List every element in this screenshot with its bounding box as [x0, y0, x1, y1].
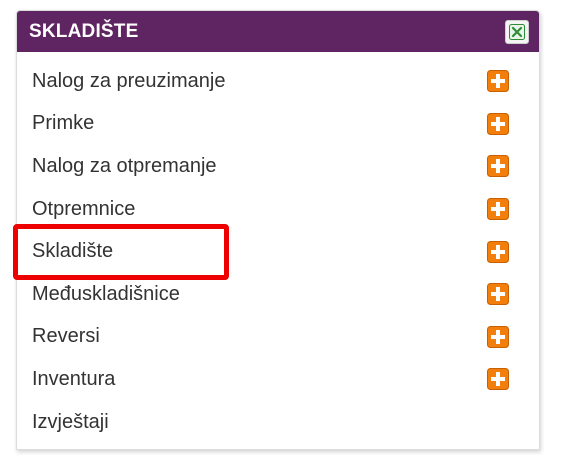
close-button[interactable] — [505, 19, 529, 44]
menu-item-label: Međuskladišnice — [32, 282, 180, 305]
add-icon[interactable] — [487, 368, 509, 391]
menu-item-label: Primke — [32, 112, 95, 135]
add-icon[interactable] — [487, 283, 509, 306]
panel-header: SKLADIŠTE — [17, 11, 539, 52]
menu-item-label: Izvještaji — [32, 410, 109, 433]
menu-item-label: Otpremnice — [32, 197, 136, 220]
menu-item-primke[interactable]: Primke — [17, 103, 539, 146]
add-icon[interactable] — [487, 325, 509, 348]
menu-item-nalog-za-preuzimanje[interactable]: Nalog za preuzimanje — [17, 60, 539, 103]
menu-item-reversi[interactable]: Reversi — [17, 316, 539, 359]
close-icon — [509, 23, 525, 40]
panel-title: SKLADIŠTE — [29, 20, 139, 42]
skladiste-panel: SKLADIŠTE Nalog za preuzimanje Primke Na… — [16, 10, 540, 450]
add-icon[interactable] — [487, 112, 509, 135]
menu-item-label: Skladište — [32, 240, 114, 263]
menu-item-izvjestaji[interactable]: Izvještaji — [17, 401, 539, 444]
add-icon[interactable] — [487, 198, 509, 221]
menu-item-label: Inventura — [32, 367, 116, 390]
menu-item-meduskladisnice[interactable]: Međuskladišnice — [17, 273, 539, 316]
menu-item-nalog-za-otpremanje[interactable]: Nalog za otpremanje — [17, 145, 539, 188]
menu-item-otpremnice[interactable]: Otpremnice — [17, 188, 539, 231]
add-icon[interactable] — [487, 70, 509, 93]
menu-item-skladiste[interactable]: Skladište — [17, 230, 539, 273]
menu-item-label: Reversi — [32, 325, 100, 348]
menu-item-label: Nalog za otpremanje — [32, 154, 217, 177]
add-icon[interactable] — [487, 240, 509, 263]
add-icon[interactable] — [487, 155, 509, 178]
menu-item-label: Nalog za preuzimanje — [32, 69, 226, 92]
menu-item-inventura[interactable]: Inventura — [17, 358, 539, 401]
menu-list: Nalog za preuzimanje Primke Nalog za otp… — [17, 52, 539, 443]
